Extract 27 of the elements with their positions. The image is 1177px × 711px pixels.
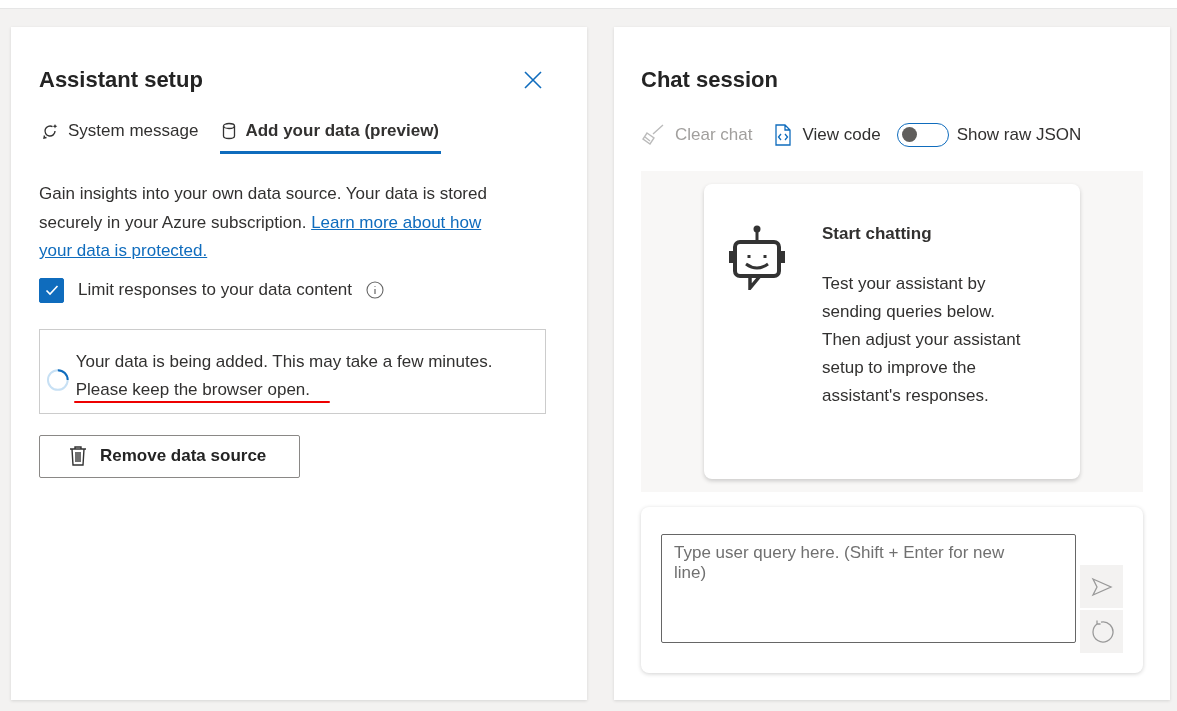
tab[interactable]: Add your data (preview): [220, 121, 442, 154]
broom-icon: [641, 124, 665, 146]
learn-more-link[interactable]: Learn more about how: [311, 212, 482, 232]
progress-message: Your data is being added. This may take a few minutes. Please keep the browser open.: [75, 352, 493, 399]
sparkle-refresh-icon: [41, 122, 59, 140]
database-icon: [222, 122, 237, 140]
view-code-button[interactable]: View code: [774, 124, 881, 146]
panel-title: Assistant setup: [39, 67, 203, 93]
description-text: Gain insights into your own data source. Your data is stored securely in your Azure subscription. Learn more about how your data is protected.: [39, 183, 488, 262]
card-title: Start chatting: [822, 224, 933, 244]
close-button[interactable]: [523, 70, 543, 90]
send-icon: [1090, 576, 1113, 597]
tab[interactable]: System message: [39, 121, 201, 154]
panel-title: Chat session: [641, 67, 779, 93]
limit-checkbox[interactable]: [39, 277, 64, 303]
card-body: Test your assistant by sending queries below. Then adjust your assistant setup to improve the assistant's responses.: [822, 273, 1022, 407]
learn-more-link[interactable]: your data is protected.: [39, 241, 208, 260]
toggle-label: Show raw JSON: [956, 125, 1082, 145]
code-file-icon: [774, 124, 793, 146]
remove-data-source-button[interactable]: Remove data source: [39, 434, 300, 478]
checkbox-label: Limit responses to your data content: [78, 280, 353, 300]
trash-icon: [68, 445, 88, 467]
refresh-icon: [1089, 619, 1114, 644]
query-input-field[interactable]: Type user query here. (Shift + Enter for new line): [661, 534, 1076, 643]
info-icon[interactable]: [366, 281, 385, 299]
spinner-icon: [46, 368, 70, 392]
robot-icon: [728, 224, 786, 290]
